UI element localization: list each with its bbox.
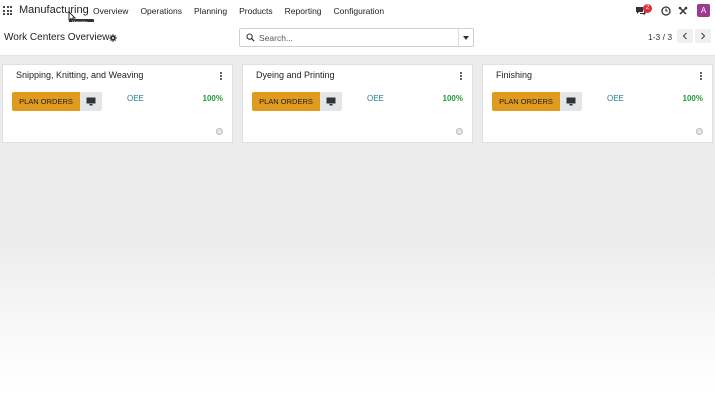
menu-item-configuration[interactable]: Configuration: [334, 6, 385, 16]
search-input[interactable]: [259, 31, 449, 44]
work-center-name: Finishing: [496, 70, 533, 80]
pager-previous-button[interactable]: [677, 29, 693, 43]
top-navbar: Manufacturing Overview Operations Planni…: [0, 0, 715, 25]
main-menu: Overview Operations Planning Products Re…: [93, 6, 396, 16]
kebab-menu-icon[interactable]: [700, 72, 703, 81]
oee-value: 100%: [442, 94, 463, 103]
chevron-right-icon: [701, 32, 706, 40]
plan-orders-button[interactable]: PLAN ORDERS: [492, 92, 560, 111]
search-options-toggle[interactable]: [458, 29, 473, 46]
menu-item-products[interactable]: Products: [239, 6, 273, 16]
monitor-icon: [326, 97, 336, 106]
chevron-left-icon: [682, 32, 687, 40]
chat-count-badge: 2: [643, 4, 652, 13]
kebab-menu-icon[interactable]: [460, 72, 463, 81]
status-indicator[interactable]: [456, 128, 463, 135]
oee-value: 100%: [682, 94, 703, 103]
menu-item-reporting[interactable]: Reporting: [285, 6, 322, 16]
menu-item-overview[interactable]: Overview: [93, 6, 128, 16]
user-avatar[interactable]: A: [697, 4, 710, 17]
app-name[interactable]: Manufacturing: [19, 4, 89, 16]
work-center-name: Snipping, Knitting, and Weaving: [16, 70, 144, 80]
gear-icon[interactable]: [109, 34, 117, 42]
apps-menu-icon[interactable]: [3, 6, 12, 15]
monitor-icon: [566, 97, 576, 106]
status-indicator[interactable]: [216, 128, 223, 135]
work-center-display-button[interactable]: [80, 92, 102, 111]
pager-next-button[interactable]: [695, 29, 711, 43]
menu-item-operations[interactable]: Operations: [140, 6, 182, 16]
kebab-menu-icon[interactable]: [220, 72, 223, 81]
search-bar: [239, 28, 474, 47]
page-title: Work Centers Overview: [4, 32, 110, 43]
status-indicator[interactable]: [696, 128, 703, 135]
menu-item-planning[interactable]: Planning: [194, 6, 227, 16]
work-center-display-button[interactable]: [560, 92, 582, 111]
oee-label[interactable]: OEE: [127, 94, 144, 103]
oee-label[interactable]: OEE: [367, 94, 384, 103]
search-icon: [246, 33, 255, 42]
work-center-display-button[interactable]: [320, 92, 342, 111]
control-panel: Work Centers Overview 1-3 / 3: [0, 22, 715, 56]
tools-icon[interactable]: [678, 6, 688, 16]
plan-orders-button[interactable]: PLAN ORDERS: [252, 92, 320, 111]
work-center-card[interactable]: Dyeing and Printing PLAN ORDERS OEE 100%: [242, 64, 473, 143]
work-center-card[interactable]: Snipping, Knitting, and Weaving PLAN ORD…: [2, 64, 233, 143]
caret-down-icon: [463, 36, 469, 40]
work-center-name: Dyeing and Printing: [256, 70, 335, 80]
monitor-icon: [86, 97, 96, 106]
systray: 2 A: [625, 3, 715, 19]
plan-orders-button[interactable]: PLAN ORDERS: [12, 92, 80, 111]
clock-icon[interactable]: [661, 6, 671, 16]
oee-label[interactable]: OEE: [607, 94, 624, 103]
pager-value[interactable]: 1-3 / 3: [648, 32, 672, 42]
work-center-card[interactable]: Finishing PLAN ORDERS OEE 100%: [482, 64, 713, 143]
oee-value: 100%: [202, 94, 223, 103]
